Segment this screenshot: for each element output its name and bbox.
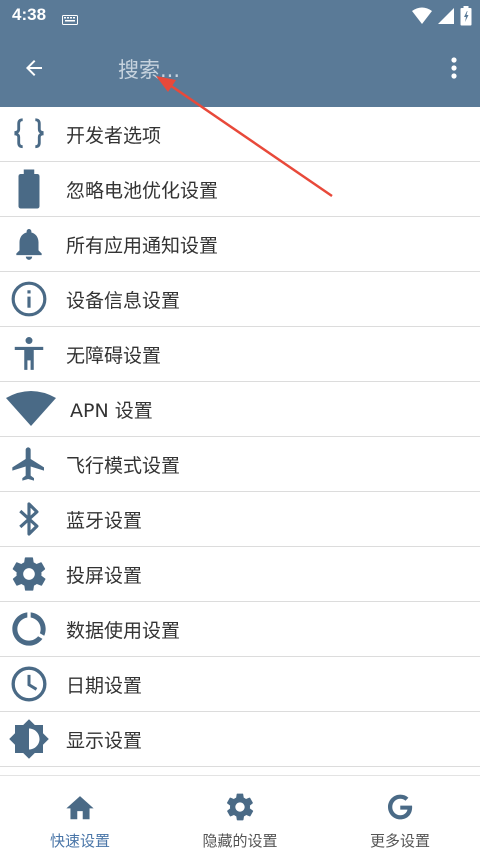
- status-time: 4:38: [12, 5, 47, 24]
- list-item-accessibility[interactable]: 无障碍设置: [0, 327, 480, 382]
- list-item-display[interactable]: 显示设置: [0, 712, 480, 767]
- list-item-label: 蓝牙设置: [66, 509, 143, 532]
- cell-signal-icon: [438, 7, 454, 29]
- list-item-cast[interactable]: 投屏设置: [0, 547, 480, 602]
- list-item-label: 飞行模式设置: [66, 454, 181, 477]
- list-item-airplane-mode[interactable]: 飞行模式设置: [0, 437, 480, 492]
- status-bar: 4:38: [0, 0, 480, 32]
- keyboard-icon: [62, 10, 78, 29]
- app-bar: [0, 32, 480, 107]
- list-item-app-notifications[interactable]: 所有应用通知设置: [0, 217, 480, 272]
- nav-more-settings[interactable]: 更多设置: [320, 776, 480, 853]
- list-item-label: 显示设置: [66, 729, 143, 752]
- arrow-left-icon: [22, 56, 46, 84]
- accessibility-icon: [8, 333, 50, 375]
- google-icon: [383, 790, 417, 824]
- more-vert-icon: [451, 57, 457, 83]
- nav-label: 快速设置: [49, 832, 110, 850]
- list-item-label: 忽略电池优化设置: [66, 179, 219, 202]
- battery-status-icon: [460, 6, 472, 30]
- gear-icon: [8, 553, 50, 595]
- info-icon: [8, 278, 50, 320]
- settings-list: 开发者选项 忽略电池优化设置 所有应用通知设置 设备信息设置 无障碍设置 APN…: [0, 107, 480, 775]
- list-item-label: 设备信息设置: [66, 289, 181, 312]
- list-item-device-info[interactable]: 设备信息设置: [0, 272, 480, 327]
- bell-icon: [8, 223, 50, 265]
- overflow-menu-button[interactable]: [442, 52, 466, 88]
- nav-label: 隐藏的设置: [202, 832, 278, 850]
- battery-icon: [8, 168, 50, 210]
- list-item-label: 数据使用设置: [66, 619, 181, 642]
- search-input[interactable]: [118, 52, 418, 88]
- list-item-date[interactable]: 日期设置: [0, 657, 480, 712]
- list-item-label: 无障碍设置: [66, 344, 162, 367]
- list-item-data-usage[interactable]: 数据使用设置: [0, 602, 480, 657]
- back-button[interactable]: [14, 52, 54, 88]
- list-item-label: 日期设置: [66, 674, 143, 697]
- list-item-bluetooth[interactable]: 蓝牙设置: [0, 492, 480, 547]
- clock-icon: [8, 663, 50, 705]
- nav-hidden-settings[interactable]: 隐藏的设置: [160, 776, 320, 853]
- nav-quick-settings[interactable]: 快速设置: [0, 776, 160, 853]
- gear-icon: [223, 790, 257, 824]
- airplane-icon: [8, 443, 50, 485]
- wifi-signal-icon: [412, 7, 432, 29]
- list-item-partial[interactable]: [0, 767, 480, 775]
- brightness-icon: [8, 718, 50, 760]
- list-item-apn[interactable]: APN 设置: [0, 382, 480, 437]
- list-item-label: 投屏设置: [66, 564, 143, 587]
- list-item-developer-options[interactable]: 开发者选项: [0, 107, 480, 162]
- home-icon: [63, 790, 97, 824]
- bottom-navigation: 快速设置 隐藏的设置 更多设置: [0, 775, 480, 853]
- data-usage-icon: [8, 608, 50, 650]
- braces-icon: [8, 113, 50, 155]
- bluetooth-icon: [8, 498, 50, 540]
- list-item-label: 开发者选项: [66, 124, 162, 147]
- list-item-label: APN 设置: [70, 399, 153, 422]
- nav-label: 更多设置: [369, 832, 430, 850]
- list-item-battery-optimization[interactable]: 忽略电池优化设置: [0, 162, 480, 217]
- wifi-icon: [4, 388, 58, 430]
- list-item-label: 所有应用通知设置: [66, 234, 219, 257]
